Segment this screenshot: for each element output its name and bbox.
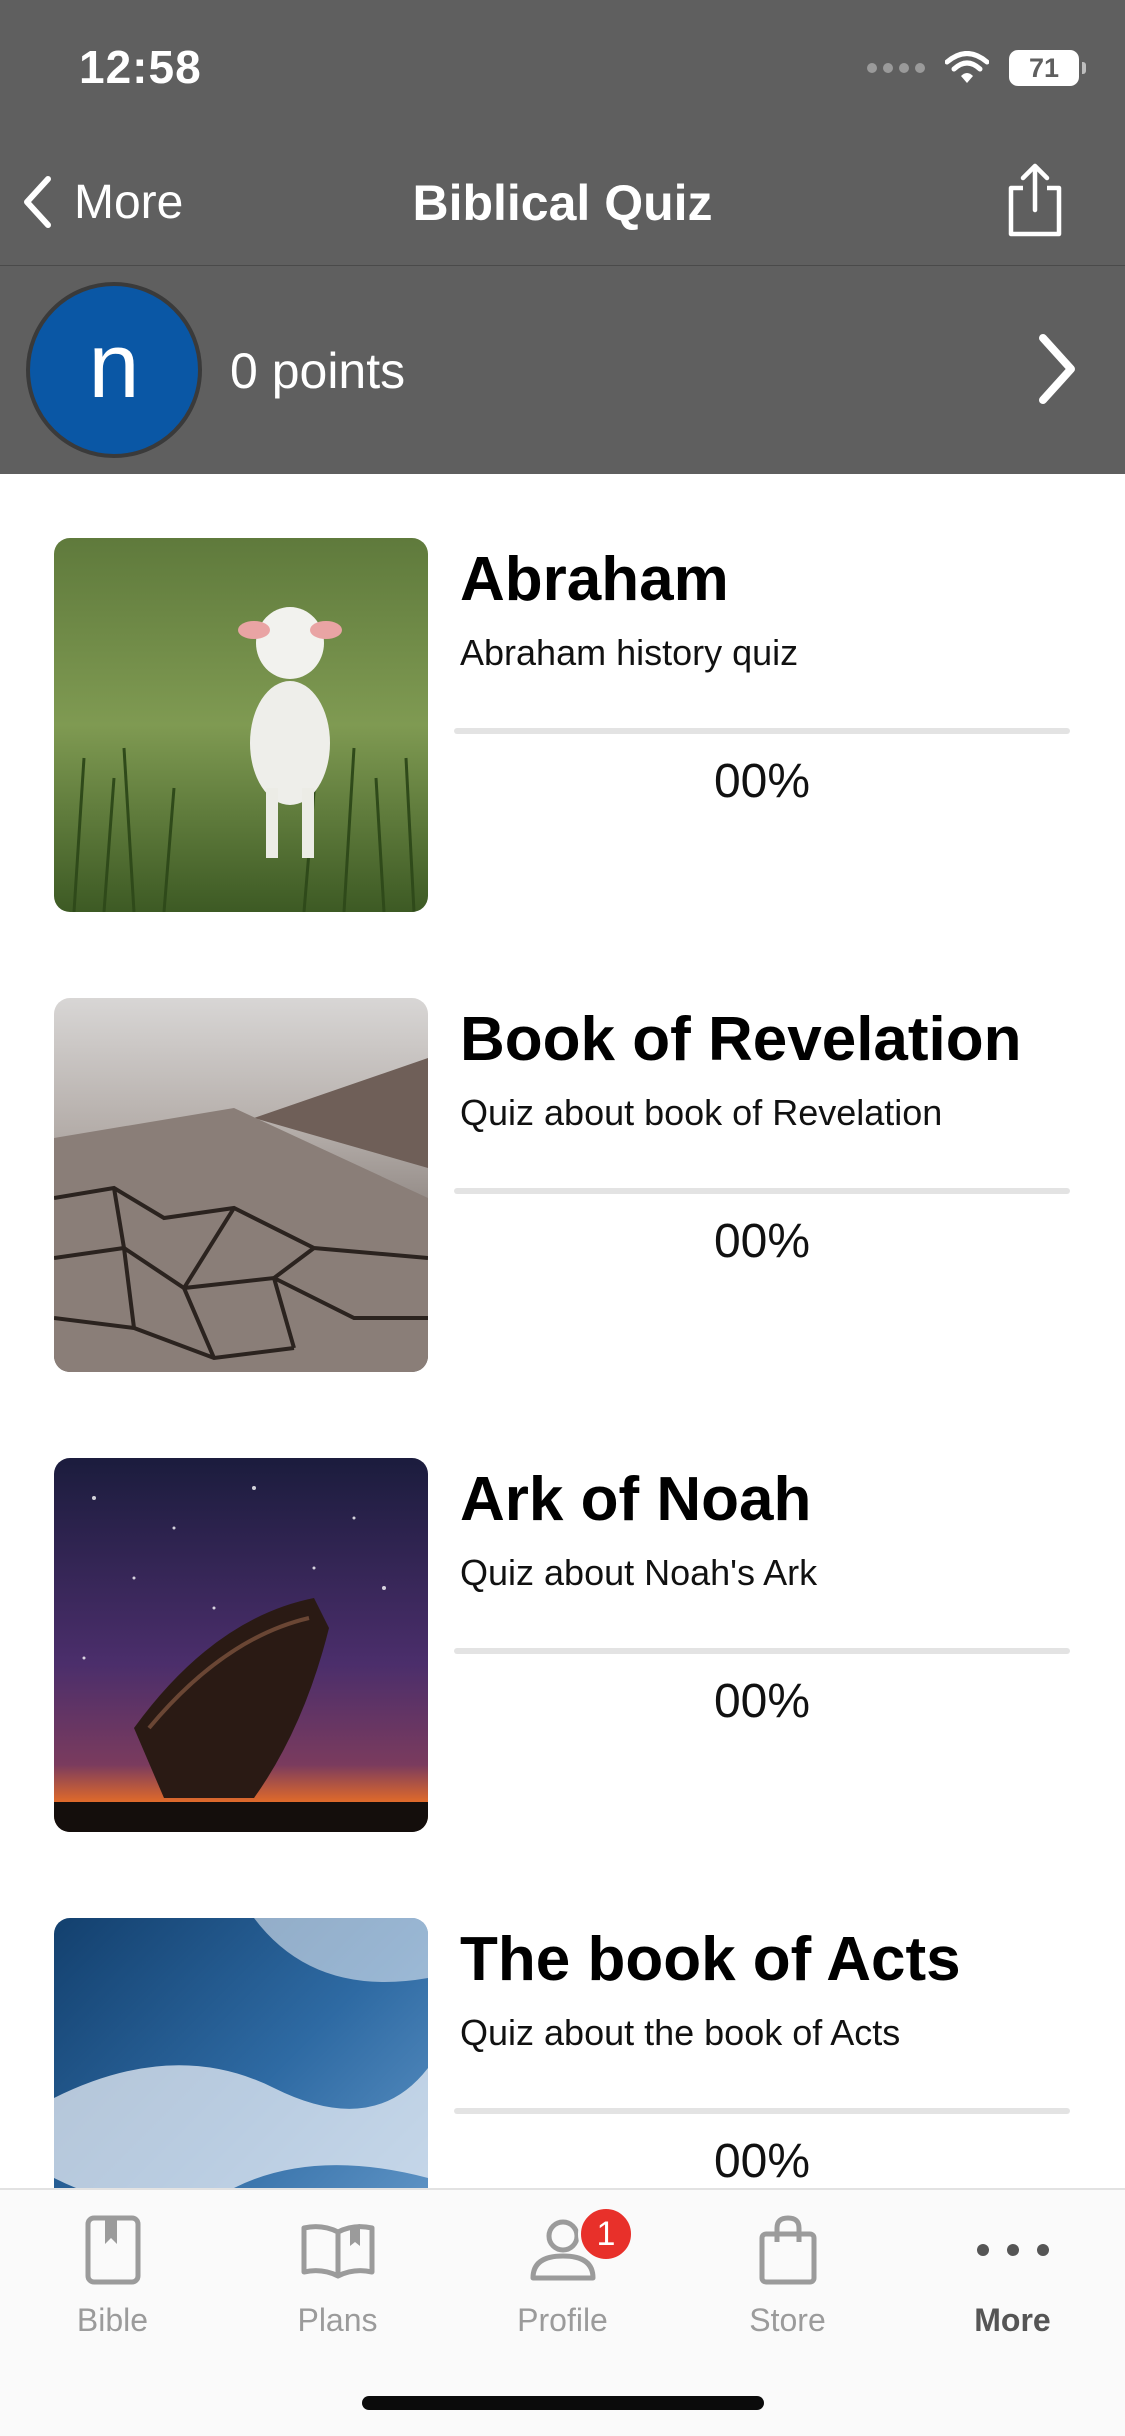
quiz-progress-bar [454, 2108, 1070, 2114]
quiz-subtitle: Quiz about Noah's Ark [460, 1552, 818, 1593]
status-indicators: 71 [867, 46, 1086, 90]
quiz-subtitle: Abraham history quiz [460, 632, 799, 673]
quiz-thumbnail-boat-night [54, 1458, 428, 1832]
share-icon [1008, 163, 1062, 237]
tab-label: More [974, 2302, 1051, 2338]
points-label: 0 points [230, 343, 406, 399]
home-indicator [362, 2396, 764, 2410]
quiz-progress-bar [454, 1188, 1070, 1194]
quiz-title: Book of Revelation [460, 1005, 1022, 1074]
quiz-thumbnail-lamb [54, 538, 428, 912]
tab-label: Bible [76, 2302, 149, 2338]
book-icon [85, 2215, 140, 2285]
quiz-percent: 00% [713, 755, 811, 808]
quiz-percent: 00% [713, 2135, 811, 2188]
quiz-list: Abraham Abraham history quiz 00% Book of… [0, 474, 1125, 2188]
avatar: n [26, 282, 202, 458]
tab-plans[interactable]: Plans [225, 2208, 450, 2348]
quiz-subtitle: Quiz about book of Revelation [460, 1092, 943, 1133]
user-points-row[interactable]: n 0 points [0, 266, 1125, 474]
nav-bar: More Biblical Quiz [0, 140, 1125, 266]
quiz-item-book-of-acts[interactable]: The book of Acts Quiz about the book of … [0, 1854, 1125, 2188]
tab-store[interactable]: Store [675, 2208, 900, 2348]
page-title: Biblical Quiz [412, 175, 713, 231]
notification-badge: 1 [578, 2206, 634, 2262]
tab-bible[interactable]: Bible [0, 2208, 225, 2348]
tab-more[interactable]: More [900, 2208, 1125, 2348]
quiz-percent: 00% [713, 1675, 811, 1728]
quiz-thumbnail-cloudy-sky [54, 1918, 428, 2188]
share-button[interactable] [995, 152, 1075, 248]
ellipsis-icon [976, 2244, 1049, 2256]
cellular-signal-icon [867, 63, 925, 73]
tab-label: Plans [297, 2302, 378, 2338]
quiz-item-ark-of-noah[interactable]: Ark of Noah Quiz about Noah's Ark 00% [0, 1394, 1125, 1854]
quiz-percent: 00% [713, 1215, 811, 1268]
quiz-subtitle: Quiz about the book of Acts [460, 2012, 901, 2053]
tab-profile[interactable]: 1 Profile [450, 2206, 675, 2348]
chevron-right-icon [1039, 334, 1075, 404]
shopping-bag-icon [759, 2215, 816, 2285]
quiz-item-abraham[interactable]: Abraham Abraham history quiz 00% [0, 474, 1125, 934]
quiz-title: Ark of Noah [460, 1465, 812, 1534]
quiz-title: The book of Acts [460, 1925, 961, 1994]
quiz-item-book-of-revelation[interactable]: Book of Revelation Quiz about book of Re… [0, 934, 1125, 1394]
wifi-icon [945, 51, 989, 83]
quiz-thumbnail-cracked-earth [54, 998, 428, 1372]
biblical-quiz-screen: 12:58 71 More Biblical Quiz n 0 points A… [0, 0, 1125, 2436]
battery-icon: 71 [1009, 50, 1086, 86]
quiz-title: Abraham [460, 545, 729, 614]
tab-label: Store [749, 2302, 826, 2338]
quiz-progress-bar [454, 728, 1070, 734]
header: 12:58 71 More Biblical Quiz n 0 points [0, 0, 1125, 474]
tab-label: Profile [517, 2302, 608, 2338]
open-book-icon [301, 2224, 374, 2279]
status-time: 12:58 [79, 41, 202, 93]
quiz-progress-bar [454, 1648, 1070, 1654]
